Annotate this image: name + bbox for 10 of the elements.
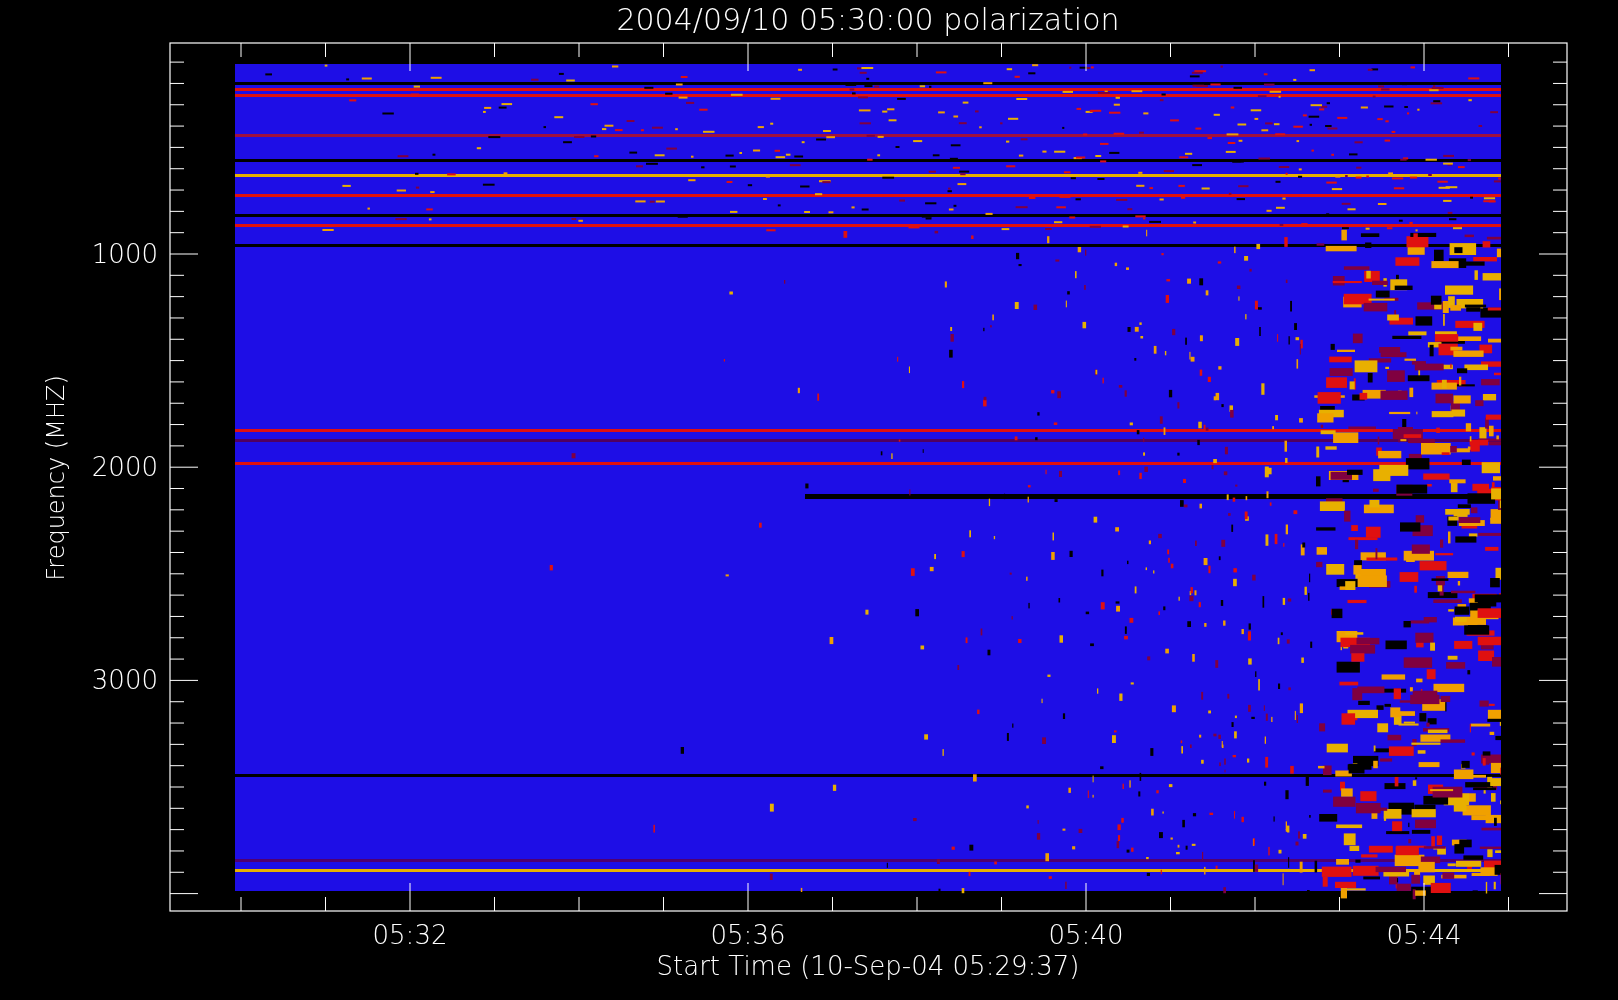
y-tick-label: 1000	[91, 239, 158, 269]
x-tick-label: 05:32	[372, 920, 448, 950]
y-tick-label: 2000	[91, 452, 158, 483]
x-tick-label: 05:44	[1386, 920, 1462, 950]
x-axis-label: Start Time (10-Sep-04 05:29:37)	[656, 951, 1080, 981]
y-axis-label: Frequency (MHZ)	[42, 375, 70, 581]
chart-title: 2004/09/10 05:30:00 polarization	[616, 2, 1120, 37]
y-tick-label: 3000	[91, 665, 158, 696]
x-tick-label: 05:40	[1048, 920, 1124, 950]
x-tick-label: 05:36	[710, 920, 786, 950]
